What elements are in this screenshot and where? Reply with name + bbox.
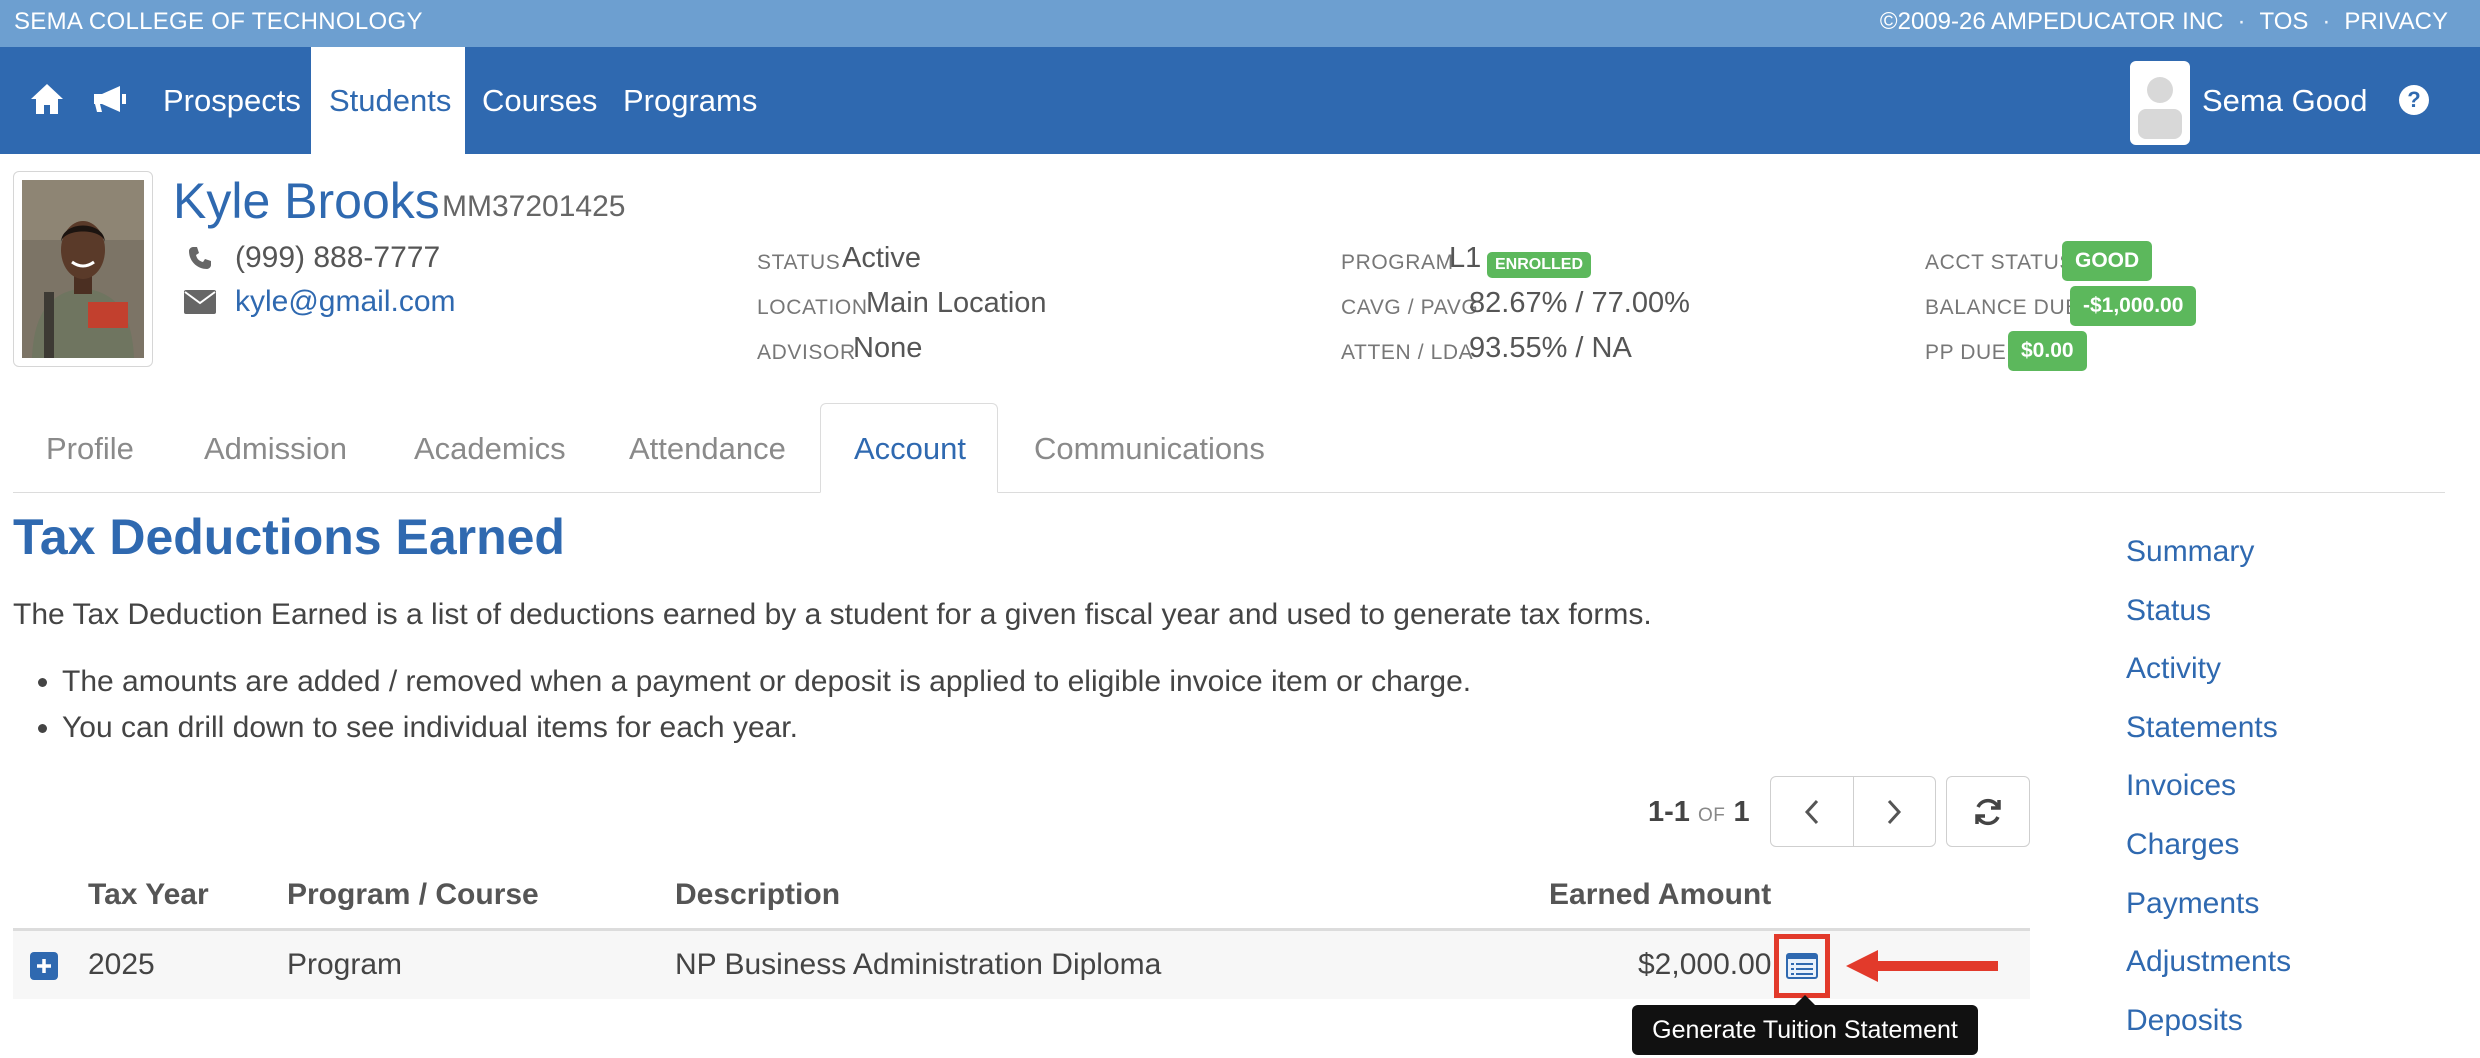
nav-courses[interactable]: Courses — [464, 47, 615, 154]
info-bullets: The amounts are added / removed when a p… — [62, 665, 1471, 757]
tos-link[interactable]: TOS — [2260, 8, 2309, 36]
intro-text: The Tax Deduction Earned is a list of de… — [13, 598, 1652, 631]
cell-earned-amount: $2,000.00 — [1638, 948, 1772, 981]
legal-links: ©2009-26 AMPEDUCATOR INC · TOS · PRIVACY — [1880, 8, 2448, 36]
tooltip: Generate Tuition Statement — [1632, 995, 1978, 1055]
home-icon[interactable] — [25, 77, 69, 121]
pager-range: 1-1 — [1648, 796, 1690, 828]
tab-communications[interactable]: Communications — [1001, 404, 1298, 493]
column-header: Earned Amount — [1549, 878, 1772, 911]
acct-status-badge: GOOD — [2062, 241, 2153, 281]
student-id: MM37201425 — [442, 190, 626, 223]
bullet-item: You can drill down to see individual ite… — [62, 711, 1471, 745]
atten-value: 93.55% / NA — [1469, 332, 1632, 364]
tab-account[interactable]: Account — [820, 403, 998, 493]
college-name: SEMA COLLEGE OF TECHNOLOGY — [14, 8, 423, 35]
advisor-value: None — [853, 332, 923, 364]
student-name: Kyle Brooks — [173, 173, 440, 229]
separator: · — [2322, 8, 2331, 35]
program-label: PROGRAM — [1341, 251, 1454, 274]
nav-students[interactable]: Students — [311, 47, 465, 154]
annotation-arrow-icon — [1846, 950, 1998, 982]
sidenav-status[interactable]: Status — [2126, 589, 2291, 648]
acct-status-label: ACCT STATUS — [1925, 251, 2074, 274]
sidenav-charges[interactable]: Charges — [2126, 823, 2291, 882]
balance-due-badge: -$1,000.00 — [2070, 286, 2197, 326]
tab-profile[interactable]: Profile — [13, 404, 167, 493]
column-header: Program / Course — [287, 878, 539, 911]
student-phone: (999) 888-7777 — [235, 241, 441, 274]
prev-page-button[interactable] — [1771, 777, 1853, 846]
tab-academics[interactable]: Academics — [381, 404, 599, 493]
balance-due-label: BALANCE DUE — [1925, 296, 2080, 319]
pager-of: OF — [1697, 805, 1726, 826]
sidenav-invoices[interactable]: Invoices — [2126, 764, 2291, 823]
page-title: Tax Deductions Earned — [13, 509, 565, 565]
sidenav-statements[interactable]: Statements — [2126, 706, 2291, 765]
top-strip: SEMA COLLEGE OF TECHNOLOGY ©2009-26 AMPE… — [0, 0, 2480, 47]
sidenav-activity[interactable]: Activity — [2126, 647, 2291, 706]
cavg-label: CAVG / PAVG — [1341, 296, 1479, 319]
tab-admission[interactable]: Admission — [171, 404, 380, 493]
chevron-right-icon — [1888, 799, 1902, 824]
status-value: Active — [842, 242, 921, 274]
user-name[interactable]: Sema Good — [2202, 47, 2367, 154]
nav-programs[interactable]: Programs — [605, 47, 775, 154]
bullet-item: The amounts are added / removed when a p… — [62, 665, 1471, 699]
pp-due-label: PP DUE — [1925, 341, 2007, 364]
plus-icon — [37, 959, 51, 973]
pager-buttons — [1770, 776, 1936, 847]
pager-summary: 1-1 OF 1 — [1648, 796, 1750, 829]
help-icon[interactable]: ? — [2395, 81, 2433, 119]
phone-row: (999) 888-7777 — [183, 241, 440, 275]
pp-due-badge: $0.00 — [2008, 331, 2087, 371]
student-photo — [13, 171, 153, 367]
separator: · — [2237, 8, 2246, 35]
advisor-label: ADVISOR — [757, 341, 856, 364]
expand-row-button[interactable] — [30, 952, 58, 980]
email-row: kyle@gmail.com — [183, 285, 456, 319]
tab-attendance[interactable]: Attendance — [596, 404, 819, 493]
main-navbar: Prospects Students Courses Programs Sema… — [0, 47, 2480, 154]
refresh-icon — [1975, 798, 2001, 825]
chevron-left-icon — [1804, 799, 1818, 824]
generate-statement-button[interactable] — [1774, 934, 1830, 998]
cell-description: NP Business Administration Diploma — [675, 948, 1162, 981]
pager-total: 1 — [1733, 796, 1750, 828]
location-label: LOCATION — [757, 296, 868, 319]
avatar[interactable] — [2130, 61, 2190, 145]
cell-program-course: Program — [287, 948, 403, 981]
cell-tax-year: 2025 — [88, 948, 155, 981]
copyright-text: ©2009-26 AMPEDUCATOR INC — [1879, 8, 2224, 35]
cavg-value: 82.67% / 77.00% — [1469, 287, 1690, 319]
nav-prospects[interactable]: Prospects — [145, 47, 319, 154]
atten-label: ATTEN / LDA — [1341, 341, 1474, 364]
sidenav-summary[interactable]: Summary — [2126, 530, 2291, 589]
sidenav-deposits[interactable]: Deposits — [2126, 999, 2291, 1058]
megaphone-icon[interactable] — [88, 77, 132, 121]
refresh-button[interactable] — [1946, 776, 2030, 847]
envelope-icon — [183, 287, 217, 317]
next-page-button[interactable] — [1852, 777, 1936, 846]
account-sidenav: Summary Status Activity Statements Invoi… — [2126, 530, 2291, 1057]
sidenav-adjustments[interactable]: Adjustments — [2126, 940, 2291, 999]
enrolled-badge: ENROLLED — [1487, 252, 1591, 278]
sidenav-payments[interactable]: Payments — [2126, 882, 2291, 941]
phone-icon — [183, 243, 217, 273]
column-header: Tax Year — [88, 878, 209, 911]
status-label: STATUS — [757, 251, 841, 274]
student-email[interactable]: kyle@gmail.com — [235, 285, 456, 319]
location-value: Main Location — [866, 287, 1047, 319]
privacy-link[interactable]: PRIVACY — [2344, 8, 2448, 36]
column-header: Description — [675, 878, 841, 911]
svg-text:?: ? — [2407, 87, 2420, 112]
statement-icon — [1786, 953, 1818, 979]
program-value: L1 — [1449, 242, 1482, 274]
